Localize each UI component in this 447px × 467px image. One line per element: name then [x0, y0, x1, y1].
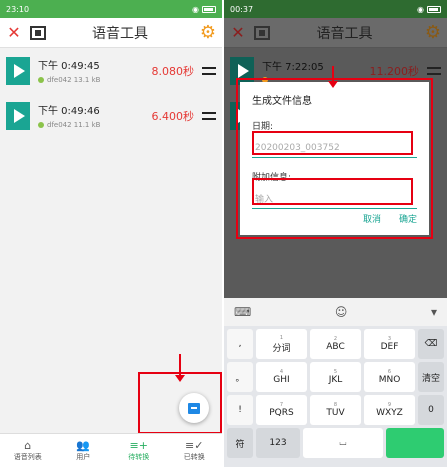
- keyboard-key[interactable]: 2 ABC: [310, 329, 361, 359]
- tab-pending[interactable]: ≡+ 待转换: [111, 434, 167, 467]
- list-item[interactable]: 下午 0:49:45 dfe042 13.1 kB 8.080秒: [0, 48, 222, 93]
- status-time: 00:37: [230, 4, 254, 14]
- clear-key[interactable]: 清空: [418, 362, 444, 392]
- symbol-key[interactable]: 符: [227, 428, 253, 458]
- item-meta: 下午 0:49:46 dfe042 11.1 kB: [38, 102, 152, 129]
- item-duration: 11.200秒: [369, 64, 420, 78]
- keyboard-row: 符 123 ⌴: [227, 428, 444, 458]
- tab-label: 用户: [76, 452, 91, 461]
- battery-icon: [202, 5, 216, 13]
- home-icon: ⌂: [24, 438, 32, 452]
- list-add-icon: ≡+: [129, 438, 148, 452]
- zero-key[interactable]: 0: [418, 395, 444, 425]
- keyboard-row: 。 4 GHI 5 JKL 6 MNO 清空: [227, 362, 444, 392]
- wifi-icon: ◉: [192, 4, 199, 14]
- status-indicators: ◉: [417, 5, 441, 14]
- keyboard-row: ! 7 PQRS 8 TUV 9 WXYZ 0: [227, 395, 444, 425]
- keyboard-row: , 1 分词 2 ABC 3 DEF ⌫: [227, 329, 444, 359]
- tab-users[interactable]: 👥 用户: [56, 434, 112, 467]
- keyboard-key[interactable]: 7 PQRS: [256, 395, 307, 425]
- gear-icon[interactable]: ⚙: [419, 22, 447, 43]
- highlight-box: [252, 131, 413, 155]
- app-bar: ✕ 语音工具 ⚙: [0, 18, 222, 48]
- app-title: 语音工具: [92, 25, 148, 42]
- scan-icon[interactable]: [254, 25, 270, 40]
- keyboard: , 1 分词 2 ABC 3 DEF ⌫ 。 4 GHI 5 JKL 6 MNO 清空 ! …: [224, 326, 447, 467]
- item-duration: 6.400秒: [151, 109, 195, 123]
- status-bar: 23:10 ◉: [0, 0, 222, 18]
- close-icon[interactable]: ✕: [224, 23, 252, 42]
- status-dot-icon: [38, 122, 44, 128]
- item-time: 下午 0:49:45: [38, 61, 100, 72]
- enter-key[interactable]: [386, 428, 444, 458]
- item-time: 下午 0:49:46: [38, 106, 100, 117]
- keyboard-key[interactable]: 6 MNO: [364, 362, 415, 392]
- tab-label: 待转换: [128, 452, 150, 461]
- arrow-annotation: [175, 354, 185, 382]
- arrow-annotation: [328, 66, 338, 88]
- status-indicators: ◉: [192, 5, 216, 14]
- item-time: 下午 7:22:05: [262, 62, 324, 73]
- left-screen: 23:10 ◉ ✕ 语音工具 ⚙ 下午 0:49:45 dfe042 13.1 …: [0, 0, 222, 467]
- tab-converted[interactable]: ≡✓ 已转换: [167, 434, 223, 467]
- status-dot-icon: [38, 77, 44, 83]
- keyboard-key[interactable]: 5 JKL: [310, 362, 361, 392]
- keyboard-key[interactable]: ,: [227, 329, 253, 359]
- emoji-icon[interactable]: ☺: [335, 305, 348, 319]
- menu-icon[interactable]: [202, 111, 216, 120]
- menu-icon: [427, 66, 441, 75]
- list-check-icon: ≡✓: [185, 438, 204, 452]
- wifi-icon: ◉: [417, 4, 424, 14]
- menu-icon[interactable]: [202, 66, 216, 75]
- highlight-box: [252, 178, 413, 205]
- app-title: 语音工具: [316, 25, 373, 42]
- backspace-key[interactable]: ⌫: [418, 329, 444, 359]
- users-icon: 👥: [76, 438, 91, 452]
- status-time: 23:10: [6, 4, 30, 14]
- keyboard-key[interactable]: 1 分词: [256, 329, 307, 359]
- item-duration: 8.080秒: [151, 64, 195, 78]
- status-bar: 00:37 ◉: [224, 0, 447, 18]
- keyboard-key[interactable]: 9 WXYZ: [364, 395, 415, 425]
- recording-list: 下午 0:49:45 dfe042 13.1 kB 8.080秒 下午 0:49…: [0, 48, 222, 138]
- battery-icon: [427, 5, 441, 13]
- tab-bar: ⌂ 语音列表 👥 用户 ≡+ 待转换 ≡✓ 已转换: [0, 433, 222, 467]
- item-info: dfe042 11.1 kB: [38, 121, 152, 129]
- list-item[interactable]: 下午 0:49:46 dfe042 11.1 kB 6.400秒: [0, 93, 222, 138]
- keyboard-key[interactable]: 3 DEF: [364, 329, 415, 359]
- keyboard-key[interactable]: 。: [227, 362, 253, 392]
- app-bar: ✕ 语音工具 ⚙: [224, 18, 447, 48]
- keyboard-toolbar: ⌨ ☺ ▾: [224, 298, 447, 326]
- highlight-box: [236, 78, 433, 239]
- tab-voice-list[interactable]: ⌂ 语音列表: [0, 434, 56, 467]
- play-icon[interactable]: [6, 56, 30, 85]
- keyboard-key[interactable]: !: [227, 395, 253, 425]
- right-screen: 00:37 ◉ ✕ 语音工具 ⚙ 下午 7:22:05 11.200秒 生成文件…: [224, 0, 447, 467]
- item-info-text: dfe042 13.1 kB: [47, 76, 101, 84]
- scan-icon[interactable]: [30, 25, 46, 40]
- gear-icon[interactable]: ⚙: [194, 22, 222, 43]
- space-key[interactable]: ⌴: [303, 428, 383, 458]
- keyboard-key[interactable]: 8 TUV: [310, 395, 361, 425]
- numeric-key[interactable]: 123: [256, 428, 300, 458]
- tab-label: 语音列表: [13, 452, 42, 461]
- chevron-down-icon[interactable]: ▾: [431, 305, 437, 319]
- item-info: dfe042 13.1 kB: [38, 76, 152, 84]
- play-icon[interactable]: [6, 101, 30, 130]
- keyboard-icon[interactable]: ⌨: [234, 305, 251, 319]
- tab-label: 已转换: [183, 452, 205, 461]
- item-info-text: dfe042 11.1 kB: [47, 121, 101, 129]
- item-meta: 下午 0:49:45 dfe042 13.1 kB: [38, 57, 152, 84]
- close-icon[interactable]: ✕: [0, 23, 28, 42]
- keyboard-key[interactable]: 4 GHI: [256, 362, 307, 392]
